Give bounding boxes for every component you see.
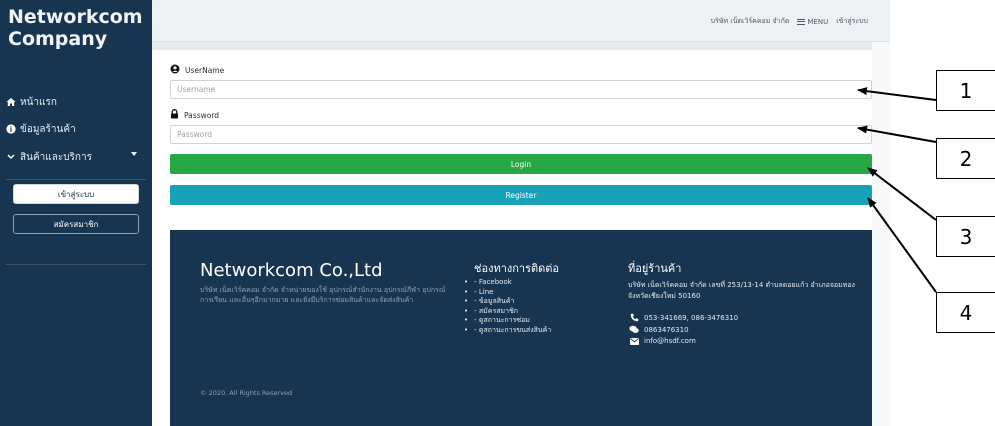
annotation-arrows (857, 87, 937, 293)
callout-box-1: 1 (936, 70, 995, 111)
page: Networkcom Company หน้าแรก ข้อมูลร้านค้า… (0, 0, 995, 426)
callout-box-2: 2 (936, 138, 995, 179)
callout-box-3: 3 (936, 216, 995, 257)
callout-box-4: 4 (936, 292, 995, 333)
callout-arrow-1 (857, 87, 937, 101)
callout-arrow-2 (857, 125, 937, 143)
